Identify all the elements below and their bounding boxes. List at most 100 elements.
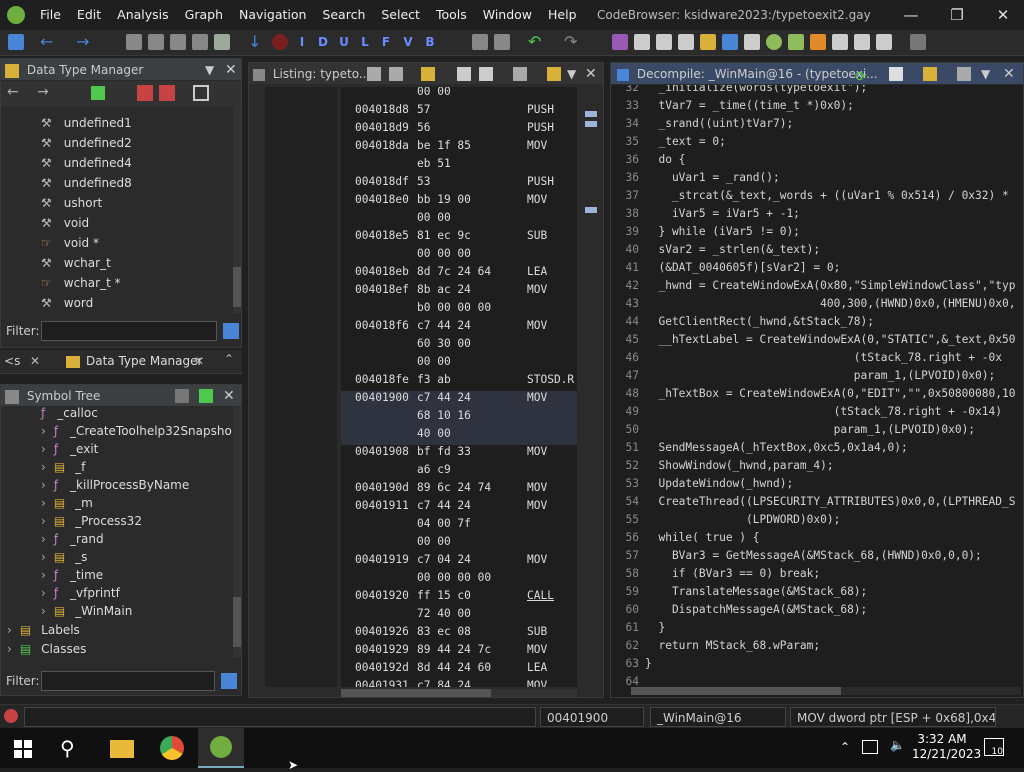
collapse-icon[interactable] — [193, 85, 209, 101]
network-icon[interactable] — [862, 740, 878, 754]
menu-help[interactable]: Help — [540, 0, 585, 30]
edit-icon[interactable] — [547, 67, 561, 81]
listing-row[interactable]: 72 40 00 — [341, 605, 577, 623]
tree-item[interactable]: › ▤ _s — [41, 547, 87, 567]
menu-file[interactable]: File — [32, 0, 69, 30]
code-line[interactable]: 60 DispatchMessageA(&MStack_68); — [611, 601, 1011, 619]
code-line[interactable]: 32 _initialize(words(typetoexit"); — [611, 85, 1011, 97]
scrollbar[interactable] — [233, 107, 241, 313]
tab-data-type-manager[interactable]: Data Type Manager — [86, 354, 202, 368]
listing-row[interactable]: eb 51 — [341, 155, 577, 173]
search-icon[interactable]: ⚲ — [60, 736, 75, 760]
code-line[interactable]: 44 GetClientRect(_hwnd,&tStack_78); — [611, 313, 1011, 331]
error-icon[interactable] — [4, 709, 18, 723]
listing-row[interactable]: 00401929 89 44 24 7c MOV — [341, 641, 577, 659]
cursor-icon[interactable] — [421, 67, 435, 81]
tool-icon[interactable] — [494, 34, 510, 50]
listing-row[interactable]: 0040192d 8d 44 24 60 LEA — [341, 659, 577, 677]
menu-search[interactable]: Search — [314, 0, 373, 30]
chevron-right-icon[interactable]: › — [41, 550, 46, 564]
chevron-down-icon[interactable]: ▼ — [205, 59, 214, 81]
list-item[interactable]: ⚒ void — [41, 213, 89, 233]
nav-icon[interactable] — [148, 34, 164, 50]
b-icon[interactable]: B — [422, 34, 438, 50]
code-line[interactable]: 61 } — [611, 619, 1011, 637]
horizontal-scrollbar[interactable] — [631, 687, 1021, 695]
file-explorer-icon[interactable] — [110, 740, 134, 758]
code-line[interactable]: 54 CreateThread((LPSECURITY_ATTRIBUTES)0… — [611, 493, 1016, 511]
nav-icon[interactable] — [126, 34, 142, 50]
listing-row[interactable]: 004018da be 1f 85 MOV — [341, 137, 577, 155]
listing-row[interactable]: 00 00 00 — [341, 245, 577, 263]
menu-analysis[interactable]: Analysis — [109, 0, 177, 30]
listing-row[interactable]: 68 10 16 — [341, 407, 577, 425]
back-arrow-icon[interactable]: ← — [7, 84, 19, 100]
filter-input[interactable] — [41, 671, 215, 691]
list-item[interactable]: ⚒ ushort — [41, 193, 102, 213]
forward-arrow-icon[interactable]: → — [76, 34, 92, 50]
code-line[interactable]: 64 — [611, 673, 1011, 685]
tool-icon[interactable] — [722, 34, 738, 50]
tool-icon[interactable] — [744, 34, 760, 50]
code-line[interactable]: 36 do { — [611, 151, 1011, 169]
tool-icon[interactable] — [479, 67, 493, 81]
code-line[interactable]: 63} — [611, 655, 1011, 673]
listing-row[interactable]: 40 00 — [341, 425, 577, 443]
listing-row[interactable]: 00 00 — [341, 209, 577, 227]
close-icon[interactable]: ✕ — [980, 0, 1024, 30]
minimize-icon[interactable]: — — [888, 0, 934, 30]
code-line[interactable]: 50 param_1,(LPVOID)0x0); — [611, 421, 1011, 439]
tool-icon[interactable] — [832, 34, 848, 50]
list-item[interactable]: ⚒ undefined4 — [41, 153, 132, 173]
close-icon[interactable]: ✕ — [223, 385, 235, 407]
close-icon[interactable]: ✕ — [585, 63, 597, 85]
code-line[interactable]: 46 (tStack_78.right + -0x — [611, 349, 1011, 367]
l-icon[interactable]: L — [357, 34, 373, 50]
tool-icon[interactable] — [810, 34, 826, 50]
code-line[interactable]: 52 ShowWindow(_hwnd,param_4); — [611, 457, 1011, 475]
tree-item[interactable]: › ▤ _f — [41, 457, 85, 477]
horizontal-scrollbar[interactable] — [341, 689, 577, 697]
overview-bar[interactable] — [579, 87, 601, 687]
code-line[interactable]: 58 if (BVar3 == 0) break; — [611, 565, 1011, 583]
filter-icon[interactable] — [137, 85, 153, 101]
chevron-right-icon[interactable]: › — [41, 496, 46, 510]
listing-row[interactable]: 00401919 c7 04 24 MOV — [341, 551, 577, 569]
menu-window[interactable]: Window — [475, 0, 540, 30]
listing-row[interactable]: 00401926 83 ec 08 SUB — [341, 623, 577, 641]
tool-icon[interactable] — [91, 86, 105, 100]
list-item[interactable]: ⚒ undefined1 — [41, 113, 132, 133]
paste-icon[interactable] — [389, 67, 403, 81]
close-icon[interactable]: ✕ — [194, 354, 204, 368]
listing-row[interactable]: 004018e5 81 ec 9c SUB — [341, 227, 577, 245]
listing-row[interactable]: 00401931 c7 84 24 MOV — [341, 677, 577, 687]
code-line[interactable]: 57 BVar3 = GetMessageA(&MStack_68,(HWND)… — [611, 547, 1011, 565]
save-icon[interactable] — [8, 34, 24, 50]
d-icon[interactable]: D — [315, 34, 331, 50]
tool-icon[interactable] — [199, 389, 213, 403]
listing-row[interactable]: 00401900 c7 44 24 MOV — [341, 389, 577, 407]
chevron-right-icon[interactable]: › — [41, 478, 46, 492]
nav-icon[interactable] — [170, 34, 186, 50]
list-item[interactable]: ⚒ undefined8 — [41, 173, 132, 193]
scrollbar[interactable] — [233, 407, 241, 657]
chevron-up-icon[interactable]: ⌃ — [840, 740, 850, 754]
chevron-down-icon[interactable]: ▼ — [981, 63, 990, 85]
listing-row[interactable]: 00401908 bf fd 33 MOV — [341, 443, 577, 461]
tree-item[interactable]: › ƒ _killProcessByName — [41, 475, 189, 495]
tab-s[interactable]: <s — [4, 354, 20, 368]
code-line[interactable]: 53 UpdateWindow(_hwnd); — [611, 475, 1011, 493]
chevron-right-icon[interactable]: › — [7, 623, 12, 637]
chevron-right-icon[interactable]: › — [41, 532, 46, 546]
tool-icon[interactable] — [678, 34, 694, 50]
tree-item[interactable]: › ƒ _time — [41, 565, 103, 585]
tree-item[interactable]: › ▤ Labels — [7, 620, 80, 640]
tool-icon[interactable] — [788, 34, 804, 50]
code-line[interactable]: 38 iVar5 = iVar5 + -1; — [611, 205, 1011, 223]
tool-icon[interactable] — [634, 34, 650, 50]
tree-item[interactable]: › ƒ _CreateToolhelp32Snapsho — [41, 421, 232, 441]
chevron-right-icon[interactable]: › — [41, 604, 46, 618]
forward-arrow-icon[interactable]: → — [37, 84, 49, 100]
tool-icon[interactable] — [656, 34, 672, 50]
chevron-down-icon[interactable]: ▼ — [567, 63, 576, 85]
